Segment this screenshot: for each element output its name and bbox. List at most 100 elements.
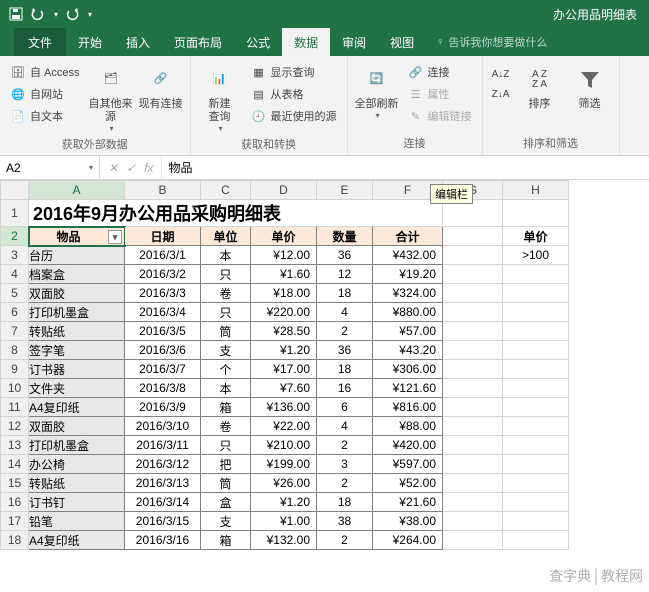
table-cell[interactable]: 箱 bbox=[201, 531, 251, 550]
table-header[interactable]: 单位 bbox=[201, 227, 251, 246]
table-cell[interactable]: 18 bbox=[317, 360, 373, 379]
tab-data[interactable]: 数据 bbox=[282, 28, 330, 56]
table-cell[interactable]: 2016/3/14 bbox=[125, 493, 201, 512]
cancel-icon[interactable]: ✕ bbox=[108, 161, 118, 175]
table-cell[interactable]: 铅笔 bbox=[29, 512, 125, 531]
table-cell[interactable]: 38 bbox=[317, 512, 373, 531]
table-cell[interactable]: ¥324.00 bbox=[373, 284, 443, 303]
undo-icon[interactable] bbox=[30, 6, 46, 22]
table-cell[interactable]: ¥88.00 bbox=[373, 417, 443, 436]
empty-cell[interactable] bbox=[443, 322, 503, 341]
col-header[interactable]: H bbox=[503, 181, 569, 200]
properties-button[interactable]: ☰属性 bbox=[404, 84, 476, 104]
table-cell[interactable]: ¥7.60 bbox=[251, 379, 317, 398]
table-cell[interactable]: ¥220.00 bbox=[251, 303, 317, 322]
row-header[interactable]: 1 bbox=[1, 200, 29, 227]
table-cell[interactable]: 箱 bbox=[201, 398, 251, 417]
table-cell[interactable]: 2016/3/10 bbox=[125, 417, 201, 436]
from-table-button[interactable]: ▤从表格 bbox=[247, 84, 341, 104]
row-header[interactable]: 9 bbox=[1, 360, 29, 379]
table-cell[interactable]: 2016/3/4 bbox=[125, 303, 201, 322]
sort-asc-button[interactable]: A↓Z bbox=[489, 64, 513, 84]
table-cell[interactable]: 文件夹 bbox=[29, 379, 125, 398]
table-cell[interactable]: 筒 bbox=[201, 322, 251, 341]
table-cell[interactable]: 18 bbox=[317, 493, 373, 512]
show-queries-button[interactable]: ▦显示查询 bbox=[247, 62, 341, 82]
table-cell[interactable]: ¥19.20 bbox=[373, 265, 443, 284]
table-cell[interactable]: ¥306.00 bbox=[373, 360, 443, 379]
table-cell[interactable]: 只 bbox=[201, 303, 251, 322]
from-web-button[interactable]: 🌐自网站 bbox=[6, 84, 84, 104]
table-cell[interactable]: 卷 bbox=[201, 417, 251, 436]
criteria-cell[interactable] bbox=[503, 436, 569, 455]
row-header[interactable]: 4 bbox=[1, 265, 29, 284]
empty-cell[interactable] bbox=[443, 360, 503, 379]
row-header[interactable]: 15 bbox=[1, 474, 29, 493]
select-all-corner[interactable] bbox=[1, 181, 29, 200]
sort-button[interactable]: A ZZ A排序 bbox=[517, 60, 563, 111]
table-cell[interactable]: 2 bbox=[317, 322, 373, 341]
table-header[interactable]: 物品▾ bbox=[29, 227, 125, 246]
table-cell[interactable]: A4复印纸 bbox=[29, 398, 125, 417]
table-cell[interactable]: ¥1.00 bbox=[251, 512, 317, 531]
row-header[interactable]: 18 bbox=[1, 531, 29, 550]
redo-icon[interactable] bbox=[64, 6, 80, 22]
empty-cell[interactable] bbox=[443, 265, 503, 284]
tab-home[interactable]: 开始 bbox=[66, 28, 114, 56]
table-cell[interactable]: 只 bbox=[201, 265, 251, 284]
table-cell[interactable]: 双面胶 bbox=[29, 284, 125, 303]
table-cell[interactable]: ¥597.00 bbox=[373, 455, 443, 474]
empty-cell[interactable] bbox=[443, 379, 503, 398]
fx-icon[interactable]: fx bbox=[144, 161, 153, 175]
table-cell[interactable]: 只 bbox=[201, 436, 251, 455]
empty-cell[interactable] bbox=[443, 246, 503, 265]
table-cell[interactable]: 4 bbox=[317, 303, 373, 322]
filter-button[interactable]: 筛选 bbox=[567, 60, 613, 111]
table-cell[interactable]: ¥420.00 bbox=[373, 436, 443, 455]
table-header[interactable]: 合计 bbox=[373, 227, 443, 246]
table-cell[interactable]: 2016/3/1 bbox=[125, 246, 201, 265]
row-header[interactable]: 14 bbox=[1, 455, 29, 474]
table-cell[interactable]: ¥210.00 bbox=[251, 436, 317, 455]
criteria-cell[interactable] bbox=[503, 322, 569, 341]
table-header[interactable]: 数量 bbox=[317, 227, 373, 246]
empty-cell[interactable] bbox=[443, 341, 503, 360]
criteria-cell[interactable] bbox=[503, 303, 569, 322]
table-cell[interactable]: 36 bbox=[317, 341, 373, 360]
table-cell[interactable]: 2016/3/7 bbox=[125, 360, 201, 379]
table-cell[interactable]: 打印机墨盒 bbox=[29, 436, 125, 455]
empty-cell[interactable] bbox=[443, 474, 503, 493]
recent-sources-button[interactable]: 🕘最近使用的源 bbox=[247, 106, 341, 126]
tell-me[interactable]: ♀ 告诉我你想要做什么 bbox=[426, 28, 547, 56]
table-cell[interactable]: 支 bbox=[201, 341, 251, 360]
table-cell[interactable]: 筒 bbox=[201, 474, 251, 493]
table-cell[interactable]: 36 bbox=[317, 246, 373, 265]
table-cell[interactable]: 18 bbox=[317, 284, 373, 303]
table-cell[interactable]: ¥121.60 bbox=[373, 379, 443, 398]
criteria-cell[interactable] bbox=[503, 474, 569, 493]
table-cell[interactable]: 2 bbox=[317, 474, 373, 493]
criteria-cell[interactable] bbox=[503, 265, 569, 284]
sort-desc-button[interactable]: Z↓A bbox=[489, 84, 513, 104]
table-cell[interactable]: 个 bbox=[201, 360, 251, 379]
table-cell[interactable]: 2016/3/2 bbox=[125, 265, 201, 284]
row-header[interactable]: 6 bbox=[1, 303, 29, 322]
table-cell[interactable]: ¥1.20 bbox=[251, 493, 317, 512]
existing-connections-button[interactable]: 🔗现有连接 bbox=[138, 60, 184, 111]
table-cell[interactable]: ¥18.00 bbox=[251, 284, 317, 303]
filter-dropdown-icon[interactable]: ▾ bbox=[108, 230, 122, 244]
col-header[interactable]: A bbox=[29, 181, 125, 200]
table-cell[interactable]: 把 bbox=[201, 455, 251, 474]
row-header[interactable]: 7 bbox=[1, 322, 29, 341]
table-cell[interactable]: A4复印纸 bbox=[29, 531, 125, 550]
table-cell[interactable]: ¥264.00 bbox=[373, 531, 443, 550]
table-cell[interactable]: ¥57.00 bbox=[373, 322, 443, 341]
from-access-button[interactable]: 🗄自 Access bbox=[6, 62, 84, 82]
criteria-cell[interactable] bbox=[503, 455, 569, 474]
criteria-cell[interactable] bbox=[503, 512, 569, 531]
table-cell[interactable]: 台历 bbox=[29, 246, 125, 265]
from-text-button[interactable]: 📄自文本 bbox=[6, 106, 84, 126]
other-sources-button[interactable]: 🗂自其他来源▾ bbox=[88, 60, 134, 134]
enter-icon[interactable]: ✓ bbox=[126, 161, 136, 175]
criteria-cell[interactable]: >100 bbox=[503, 246, 569, 265]
